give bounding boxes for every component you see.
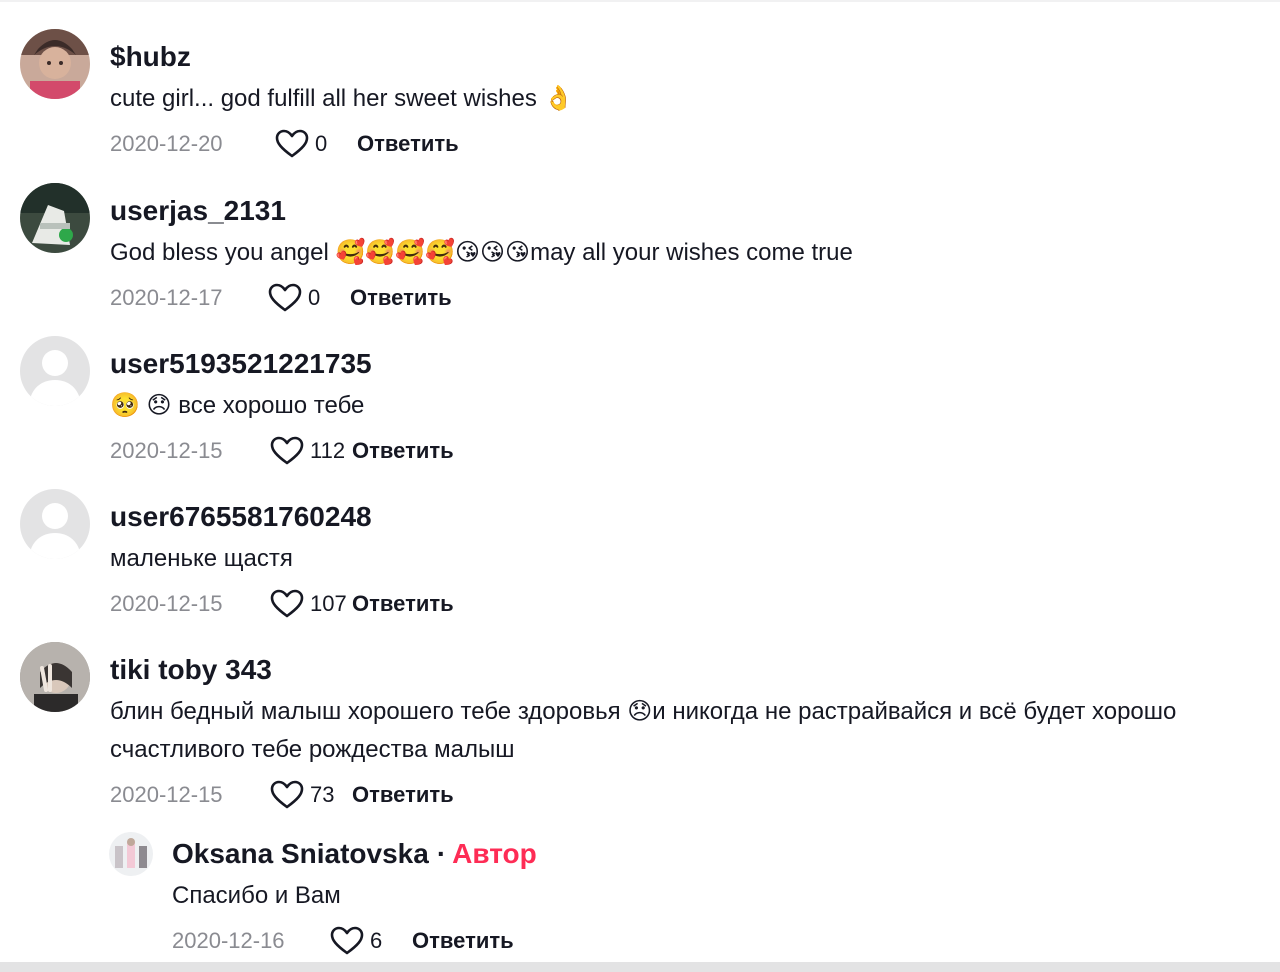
like-button[interactable]: 0 <box>275 129 357 159</box>
comment-text: маленьке щастя <box>110 545 293 572</box>
comment-meta: 2020-12-15 107 Ответить <box>110 584 454 624</box>
comment-list: $hubz cute girl... god fulfill all her s… <box>0 0 1280 972</box>
reply-username-row: Oksana Sniatovska · Автор <box>172 837 537 871</box>
heart-outline-icon <box>270 589 304 618</box>
like-count: 73 <box>310 782 335 807</box>
avatar[interactable] <box>109 832 153 876</box>
comment-text: God bless you angel 🥰🥰🥰🥰😘😘😘may all your … <box>110 239 853 266</box>
like-count: 6 <box>370 928 383 953</box>
comment-date: 2020-12-15 <box>110 782 223 807</box>
reply-button[interactable]: Ответить <box>352 782 454 808</box>
comment-body: user5193521221735 🥺 😞 все хорошо тебе 20… <box>110 336 454 471</box>
comment-username[interactable]: $hubz <box>110 40 573 74</box>
comment-text: 🥺 😞 все хорошо тебе <box>110 392 365 419</box>
like-count: 0 <box>315 131 328 156</box>
avatar[interactable] <box>20 336 90 406</box>
reply-button[interactable]: Ответить <box>350 285 452 311</box>
author-badge: Автор <box>452 838 537 869</box>
reply-meta: 2020-12-16 6 Ответить <box>172 921 537 961</box>
comment-date: 2020-12-20 <box>110 131 223 156</box>
like-count: 107 <box>310 591 347 616</box>
comment-date: 2020-12-15 <box>110 591 223 616</box>
avatar[interactable] <box>20 642 90 712</box>
like-button[interactable]: 107 <box>270 589 352 619</box>
comment-meta: 2020-12-15 112 Ответить <box>110 431 454 471</box>
comment-meta: 2020-12-20 0 Ответить <box>110 124 573 164</box>
heart-outline-icon <box>270 780 304 809</box>
heart-outline-icon <box>268 283 302 312</box>
comment-date: 2020-12-17 <box>110 285 223 310</box>
reply-button[interactable]: Ответить <box>357 131 459 157</box>
comment-username[interactable]: userjas_2131 <box>110 194 853 228</box>
horizontal-scrollbar[interactable] <box>0 962 1280 972</box>
comment-body: userjas_2131 God bless you angel 🥰🥰🥰🥰😘😘😘… <box>110 183 853 318</box>
avatar[interactable] <box>20 29 90 99</box>
avatar[interactable] <box>20 489 90 559</box>
comment-body: user6765581760248 маленьке щастя 2020-12… <box>110 489 454 624</box>
reply-body: Oksana Sniatovska · Автор Спасибо и Вам 20… <box>172 832 537 961</box>
comment-meta: 2020-12-15 73 Ответить <box>110 775 1270 815</box>
reply-button[interactable]: Ответить <box>352 438 454 464</box>
like-count: 112 <box>310 438 346 463</box>
like-button[interactable]: 6 <box>330 926 412 956</box>
reply-date: 2020-12-16 <box>172 928 285 953</box>
reply-username[interactable]: Oksana Sniatovska <box>172 838 429 869</box>
like-count: 0 <box>308 285 321 310</box>
reply-button[interactable]: Ответить <box>412 928 514 954</box>
heart-outline-icon <box>330 926 364 955</box>
like-button[interactable]: 73 <box>270 780 352 810</box>
comment-meta: 2020-12-17 0 Ответить <box>110 278 853 318</box>
comment-text: блин бедный малыш хорошего тебе здоровья… <box>110 698 1177 763</box>
avatar[interactable] <box>20 183 90 253</box>
like-button[interactable]: 0 <box>268 283 350 313</box>
heart-outline-icon <box>270 436 304 465</box>
author-separator: · <box>436 838 447 869</box>
comment-text: cute girl... god fulfill all her sweet w… <box>110 85 574 112</box>
comment-username[interactable]: user6765581760248 <box>110 500 454 534</box>
reply-text: Спасибо и Вам <box>172 882 341 909</box>
like-button[interactable]: 112 <box>270 436 352 466</box>
comment-username[interactable]: user5193521221735 <box>110 347 454 381</box>
comment-username[interactable]: tiki toby 343 <box>110 653 1270 687</box>
heart-outline-icon <box>275 129 309 158</box>
comment-date: 2020-12-15 <box>110 438 223 463</box>
comment-body: $hubz cute girl... god fulfill all her s… <box>110 29 573 164</box>
comment-body: tiki toby 343 блин бедный малыш хорошего… <box>110 642 1270 815</box>
reply-button[interactable]: Ответить <box>352 591 454 617</box>
